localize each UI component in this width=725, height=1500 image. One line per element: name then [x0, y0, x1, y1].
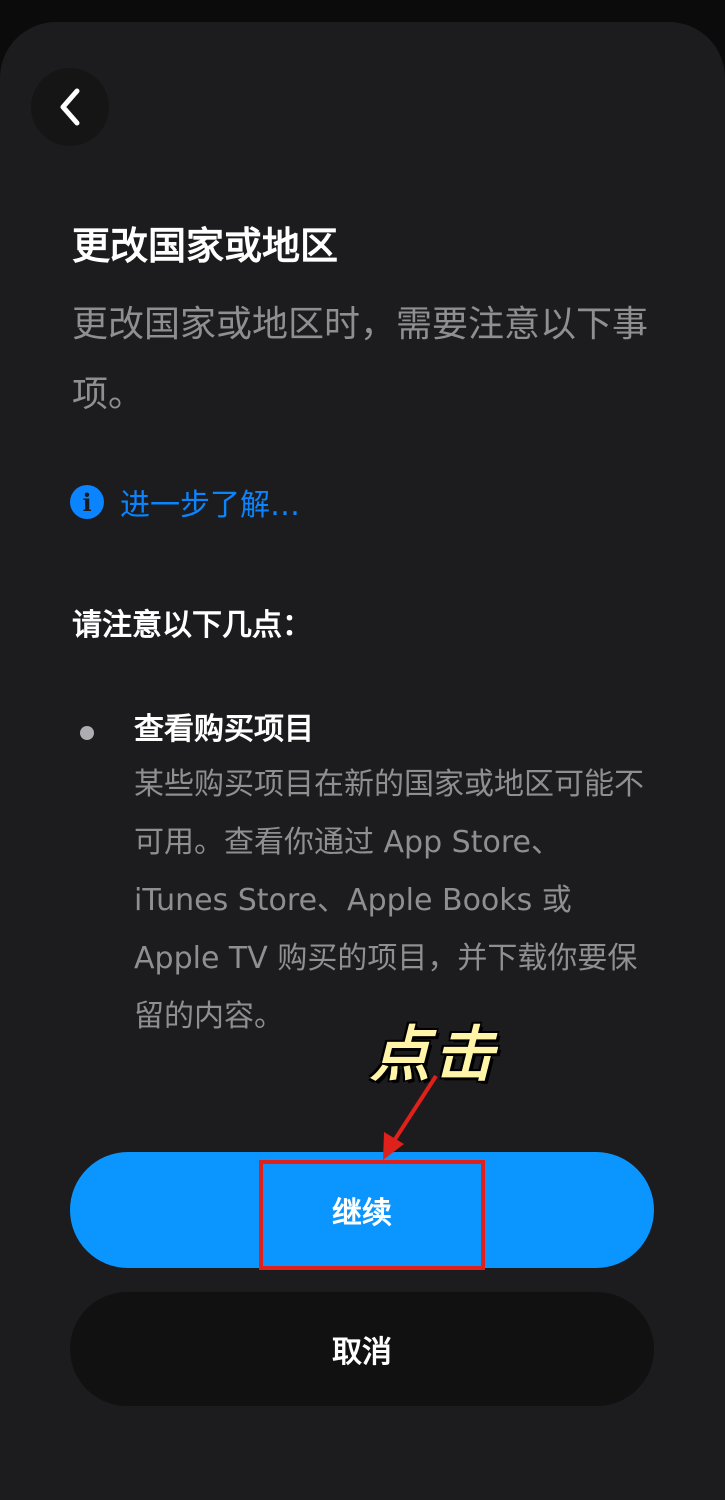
annotation-label: 点击 [370, 1020, 498, 1090]
continue-button[interactable]: 继续 [70, 1152, 654, 1268]
learn-more-link[interactable]: i 进一步了解… [70, 480, 300, 524]
chevron-left-icon [60, 88, 80, 126]
page-title: 更改国家或地区 [72, 224, 339, 268]
bullet-dot [80, 726, 94, 740]
back-button[interactable] [31, 68, 109, 146]
learn-more-label: 进一步了解… [120, 488, 300, 523]
page-subtitle: 更改国家或地区时，需要注意以下事项。 [72, 304, 649, 415]
cancel-button[interactable]: 取消 [70, 1292, 654, 1406]
list-item-description: 某些购买项目在新的国家或地区可能不可用。查看你通过 App Store、iTun… [134, 767, 644, 1034]
list-item-title: 查看购买项目 [134, 712, 314, 747]
info-icon: i [70, 485, 104, 519]
notice-heading: 请注意以下几点： [72, 608, 312, 643]
